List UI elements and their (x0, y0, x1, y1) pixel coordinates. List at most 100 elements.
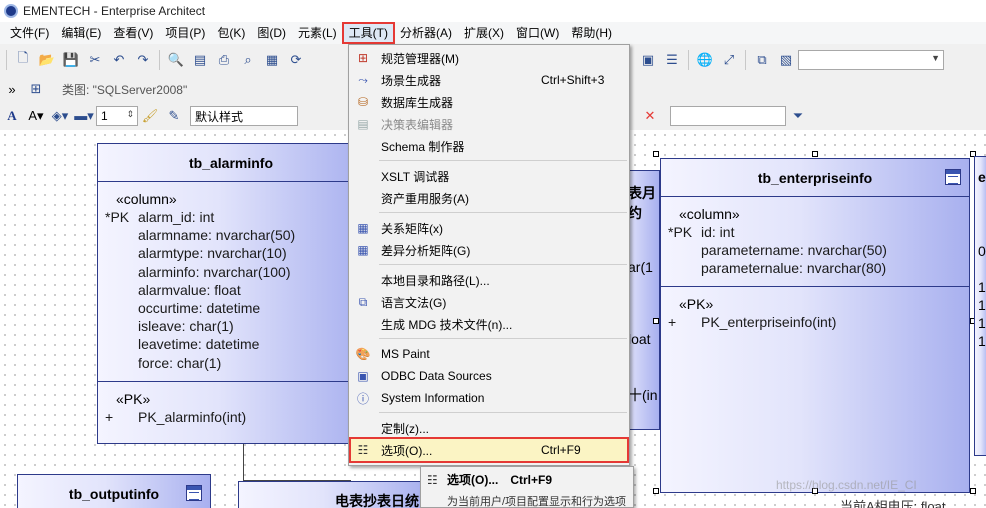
print-icon[interactable]: ⎙ (214, 50, 234, 70)
entity-name: tb_alarminfo (188, 154, 273, 171)
menu-item-local-paths[interactable]: 本地目录和路径(L)... (351, 269, 627, 291)
database-builder-icon: ⛁ (357, 95, 369, 109)
layout-icon[interactable]: ▦ (262, 50, 282, 70)
globe-icon[interactable]: 🌐 (695, 50, 715, 70)
blank-icon (355, 168, 371, 184)
pk-marker: *PK (668, 224, 693, 240)
entity-name: tb_outputinfo (68, 486, 160, 502)
menu-item-odbc[interactable]: ▣ ODBC Data Sources (351, 365, 627, 387)
connector-icon[interactable]: ⤢ (719, 50, 739, 70)
filter-input[interactable] (670, 106, 786, 126)
font-icon[interactable]: A (2, 106, 22, 126)
menu-item-scenario-builder[interactable]: ⤳ 场景生成器 Ctrl+Shift+3 (351, 69, 627, 91)
entity-tb-enterpriseinfo[interactable]: tb_enterpriseinfo «column» *PK id: int pa… (660, 158, 970, 493)
entity-header: tb_outputinfo (18, 475, 210, 508)
line-color-icon[interactable]: ▬▾ (74, 106, 94, 126)
line-width-input[interactable]: 1 ⇕ (96, 106, 138, 126)
menu-item-reusable-assets[interactable]: 资产重用服务(A) (351, 187, 627, 209)
toolbar-separator (159, 50, 160, 70)
resize-handle[interactable] (653, 151, 659, 157)
menu-analyzer[interactable]: 分析器(A) (394, 23, 458, 43)
resize-handle[interactable] (812, 151, 818, 157)
find-icon[interactable]: ⌕ (238, 50, 258, 70)
menu-item-gap-analysis[interactable]: ▦ 差异分析矩阵(G) (351, 239, 627, 261)
menu-item-label: XSLT 调试器 (381, 169, 450, 184)
menu-item-spec-manager[interactable]: ⊞ 规范管理器(M) (351, 47, 627, 69)
menu-item-label: 关系矩阵(x) (381, 221, 443, 236)
refresh-icon[interactable]: ⟳ (286, 50, 306, 70)
menu-item-ms-paint[interactable]: 🎨 MS Paint (351, 343, 627, 365)
pen-icon[interactable]: ✎ (164, 106, 184, 126)
pk-marker: *PK (105, 209, 130, 225)
menu-item-schema-composer[interactable]: Schema 制作器 (351, 135, 627, 157)
toolbar-grip (6, 50, 7, 70)
menu-file[interactable]: 文件(F) (4, 23, 55, 43)
entity-tb-alarminfo[interactable]: tb_alarminfo «column» *PK alarm_id: int a… (97, 143, 365, 444)
attribute-text: id: int (701, 224, 735, 240)
menu-element[interactable]: 元素(L) (292, 23, 343, 43)
menu-edit[interactable]: 编辑(E) (55, 23, 107, 43)
menu-bar: 文件(F) 编辑(E) 查看(V) 项目(P) 包(K) 图(D) 元素(L) … (0, 22, 986, 44)
menu-item-database-builder[interactable]: ⛁ 数据库生成器 (351, 91, 627, 113)
cut-icon[interactable]: ✂ (85, 50, 105, 70)
fill-color-icon[interactable]: ◈▾ (50, 106, 70, 126)
spec-manager-icon: ⊞ (357, 51, 369, 65)
menu-project[interactable]: 项目(P) (159, 23, 211, 43)
clear-filter-icon[interactable]: ✕ (640, 106, 660, 126)
attribute-row: *PK id: int (661, 223, 969, 241)
menu-extensions[interactable]: 扩展(X) (458, 23, 510, 43)
menu-tools[interactable]: 工具(T) (341, 22, 396, 44)
entity-meter-daily[interactable]: 电表抄表日统 (238, 481, 426, 508)
window-icon[interactable]: ⧉ (752, 50, 772, 70)
menu-item-customize[interactable]: 定制(z)... (351, 417, 627, 439)
workspace-select[interactable]: ▼ (798, 50, 944, 70)
new-file-icon[interactable]: 🗋 (13, 50, 33, 70)
resize-handle[interactable] (653, 488, 659, 494)
entity-tb-outputinfo[interactable]: tb_outputinfo (17, 474, 211, 508)
resize-handle[interactable] (970, 488, 976, 494)
menu-diagram[interactable]: 图(D) (251, 23, 292, 43)
menu-item-relationship-matrix[interactable]: ▦ 关系矩阵(x) (351, 217, 627, 239)
grammar-icon: ⧉ (358, 294, 368, 309)
matrix-icon: ▦ (357, 221, 369, 235)
menu-item-label: Schema 制作器 (381, 139, 465, 154)
connector-line[interactable] (243, 444, 244, 480)
menu-help[interactable]: 帮助(H) (565, 23, 618, 43)
entity-partial-right[interactable]: e 0 1c 1c 1c 1c (974, 156, 986, 456)
menu-item-label: 生成 MDG 技术文件(n)... (381, 317, 513, 332)
format-painter-icon[interactable]: 🖌 (140, 106, 160, 126)
style-select[interactable]: 默认样式 (190, 106, 298, 126)
menu-item-label: 选项(O)... (381, 443, 433, 458)
operation-row: + PK_alarminfo(int) (98, 408, 364, 426)
save-icon[interactable]: 💾 (61, 50, 81, 70)
menu-view[interactable]: 查看(V) (107, 23, 159, 43)
menu-item-generate-mdg[interactable]: 生成 MDG 技术文件(n)... (351, 313, 627, 335)
resize-handle[interactable] (653, 318, 659, 324)
menu-window[interactable]: 窗口(W) (510, 23, 565, 43)
undo-icon[interactable]: ↶ (109, 50, 129, 70)
operation-visibility: + (668, 314, 677, 330)
menu-item-options[interactable]: ☷ 选项(O)... Ctrl+F9 (349, 437, 629, 463)
title-bar: EMENTECH - Enterprise Architect (0, 0, 986, 22)
open-folder-icon[interactable]: 📂 (37, 50, 57, 70)
filter-funnel-icon[interactable]: ⏷ (788, 106, 808, 126)
list-icon[interactable]: ☰ (662, 50, 682, 70)
attribute-row: parameternalue: nvarchar(80) (701, 260, 887, 277)
menu-item-grammar[interactable]: ⧉ 语言文法(G) (351, 291, 627, 313)
expand-chevron-icon[interactable]: » (2, 79, 22, 99)
attribute-fragment: loat (628, 331, 651, 347)
menu-item-xslt-debugger[interactable]: XSLT 调试器 (351, 165, 627, 187)
blank-icon (355, 420, 371, 436)
redo-icon[interactable]: ↷ (133, 50, 153, 70)
zoom-icon[interactable]: 🔍 (166, 50, 186, 70)
menu-package[interactable]: 包(K) (211, 23, 251, 43)
menu-item-system-info[interactable]: ⓘ System Information (351, 387, 627, 409)
code-icon[interactable]: ▣ (638, 50, 658, 70)
diagram-type-label: 类图: "SQLServer2008" (62, 82, 188, 97)
entity-name-fragment: e (978, 169, 986, 185)
entity-name-fragment: 表月约 (628, 185, 656, 221)
properties-icon[interactable]: ▧ (776, 50, 796, 70)
attribute-fragment: ar(1 (628, 259, 653, 275)
font-color-icon[interactable]: A▾ (26, 106, 46, 126)
page-setup-icon[interactable]: ▤ (190, 50, 210, 70)
